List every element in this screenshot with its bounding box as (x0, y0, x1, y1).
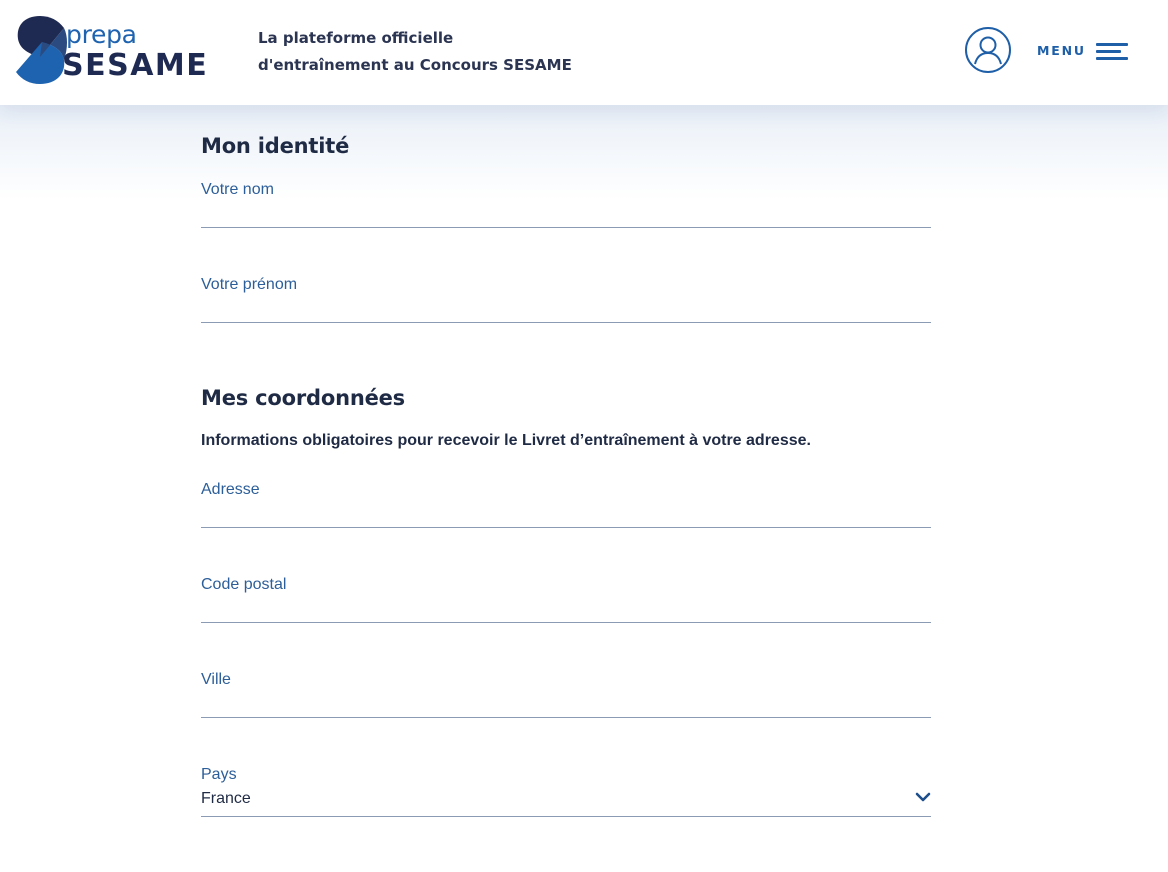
chevron-down-icon (915, 792, 931, 802)
field-ville: Ville (201, 670, 931, 718)
logo-prepa-text: prepa (66, 20, 137, 49)
pays-selected-value: France (201, 790, 251, 807)
prenom-label: Votre prénom (201, 276, 298, 293)
site-header: prepa SESAME La plateforme officielle d'… (0, 0, 1168, 105)
field-nom: Votre nom (201, 180, 931, 228)
site-tagline: La plateforme officielle d'entraînement … (258, 25, 572, 79)
adresse-label: Adresse (201, 481, 260, 498)
field-code-postal: Code postal (201, 575, 931, 623)
hamburger-icon (1095, 40, 1128, 60)
account-button[interactable] (965, 27, 1011, 73)
menu-label: MENU (1037, 42, 1086, 58)
section-title-coordinates: Mes coordonnées (201, 386, 405, 410)
prenom-input[interactable] (201, 297, 931, 323)
tagline-line-1: La plateforme officielle (258, 29, 454, 47)
code-postal-label: Code postal (201, 576, 287, 593)
pays-select[interactable]: France (201, 787, 931, 817)
code-postal-input[interactable] (201, 597, 931, 623)
field-adresse: Adresse (201, 480, 931, 528)
prepa-sesame-logo[interactable]: prepa SESAME (10, 14, 215, 88)
logo-sesame-text: SESAME (62, 48, 209, 83)
pays-label: Pays (201, 766, 237, 783)
tagline-line-2: d'entraînement au Concours SESAME (258, 56, 572, 74)
user-icon (974, 36, 1002, 65)
mandatory-info-note: Informations obligatoires pour recevoir … (201, 432, 811, 449)
section-title-identity: Mon identité (201, 134, 350, 158)
nom-input[interactable] (201, 202, 931, 228)
field-pays: Pays France (201, 765, 931, 817)
adresse-input[interactable] (201, 502, 931, 528)
ville-label: Ville (201, 671, 231, 688)
field-prenom: Votre prénom (201, 275, 931, 323)
nom-label: Votre nom (201, 181, 274, 198)
sesame-s-logo-icon (16, 16, 67, 84)
ville-input[interactable] (201, 692, 931, 718)
menu-button[interactable]: MENU (1037, 36, 1128, 64)
